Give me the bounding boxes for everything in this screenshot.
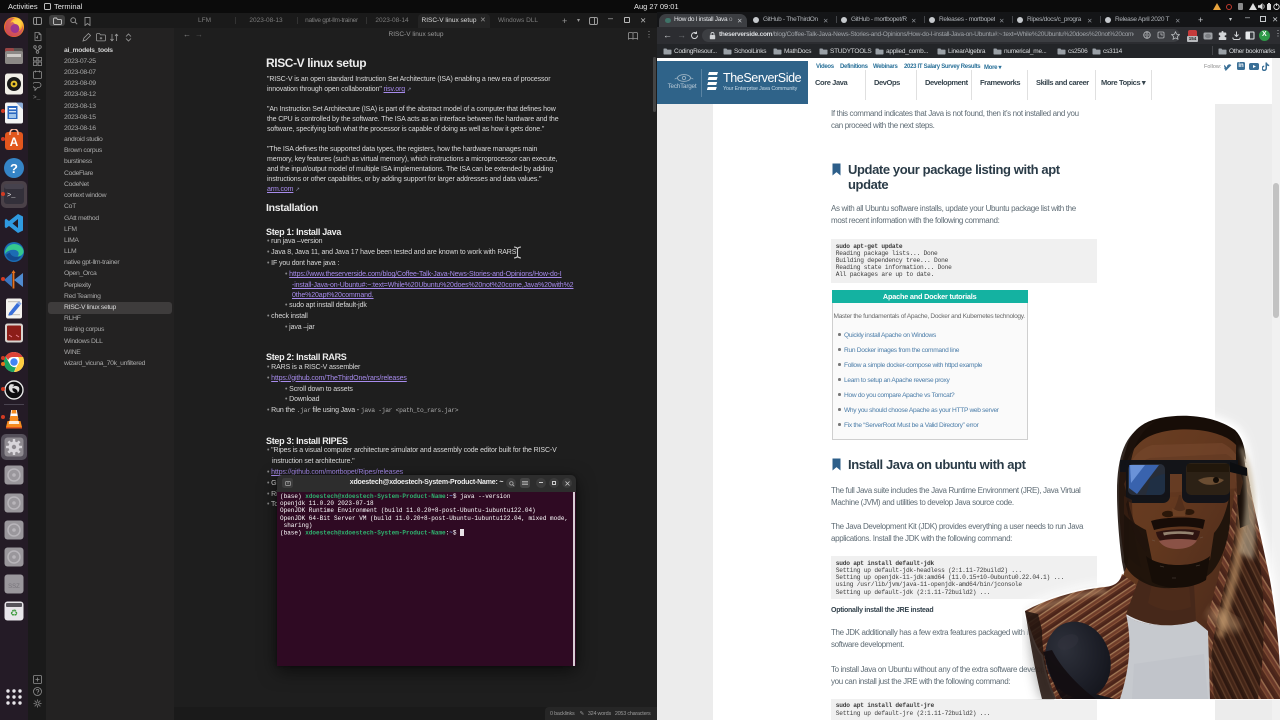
svg-text:?: ? xyxy=(10,161,18,176)
svg-text:A: A xyxy=(10,135,19,149)
svg-text:>_: >_ xyxy=(7,192,16,200)
svg-text:♻: ♻ xyxy=(10,608,18,618)
svg-text:SSZ: SSZ xyxy=(8,584,20,590)
